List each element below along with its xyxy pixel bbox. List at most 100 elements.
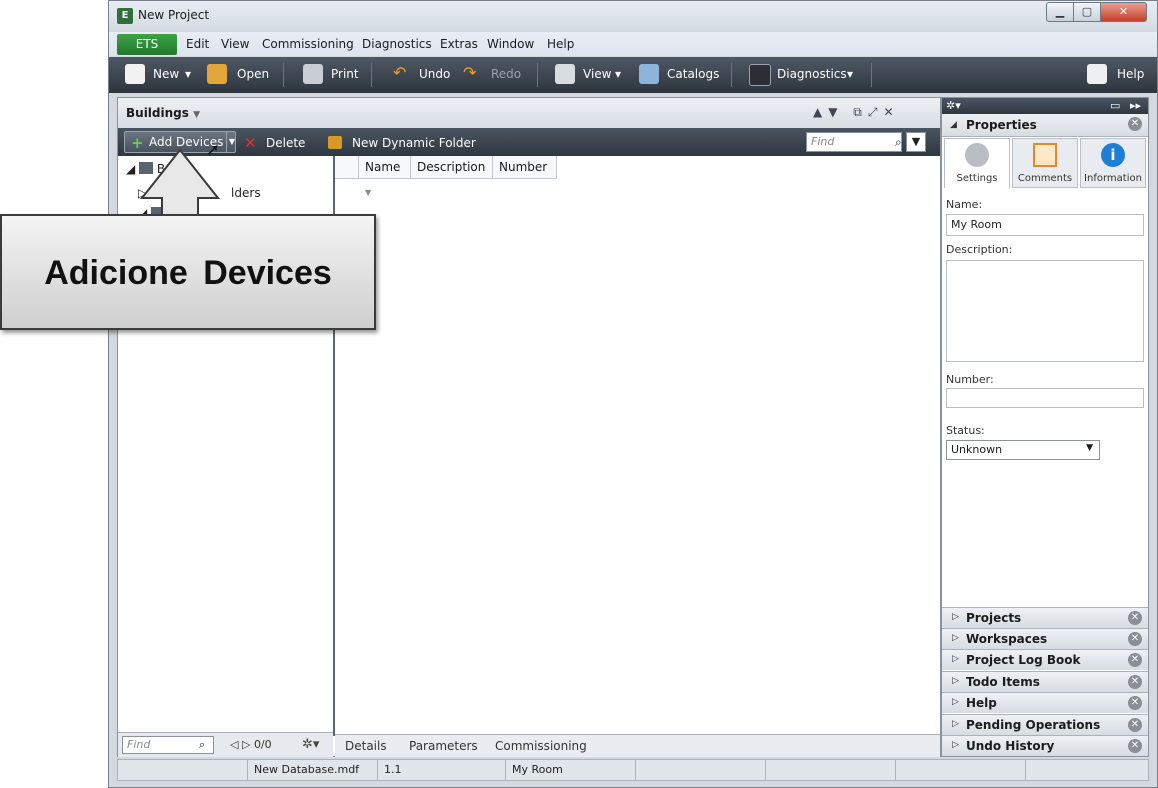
buildings-actions-bar: + Add Devices ▼ ✕ Delete New Dynamic Fol… (118, 128, 940, 156)
maximize-button[interactable]: ▢ (1073, 2, 1101, 22)
status-label: Status: (946, 424, 985, 437)
menu-extras[interactable]: Extras (440, 37, 478, 51)
section-undo-history[interactable]: ▷ Undo History ✕ (942, 735, 1148, 756)
tab-commissioning[interactable]: Commissioning (495, 739, 587, 753)
view-layout-icon (555, 64, 575, 84)
number-label: Number: (946, 373, 994, 386)
tab-comments[interactable]: Comments (1012, 138, 1078, 188)
close-icon[interactable]: ✕ (1128, 739, 1142, 753)
menu-ets[interactable]: ETS (117, 34, 177, 55)
close-icon[interactable]: ✕ (1128, 653, 1142, 667)
title-bar: E New Project ▁ ▢ ✕ (109, 1, 1157, 31)
panel-window-controls[interactable]: ▲▼ ⧉⤢✕ (813, 105, 900, 120)
grid-header-spacer (335, 156, 359, 178)
buildings-panel-header: Buildings ▼ ▲▼ ⧉⤢✕ (118, 98, 940, 129)
name-field[interactable]: My Room (946, 214, 1144, 236)
section-workspaces[interactable]: ▷ Workspaces ✕ (942, 628, 1148, 649)
side-panel-topbar: ✲▾ ▭ ▸▸ (942, 98, 1148, 114)
add-devices-dropdown-icon[interactable]: ▼ (226, 132, 237, 152)
minimize-button[interactable]: ▁ (1046, 2, 1074, 22)
tree-pager[interactable]: ◁ ▷ 0/0 (230, 738, 272, 751)
diagnostics-button[interactable]: Diagnostics (777, 67, 847, 81)
diagnostics-monitor-icon (749, 64, 771, 86)
properties-title: Properties (966, 118, 1037, 132)
open-button[interactable]: Open (237, 67, 269, 81)
buildings-panel-title[interactable]: Buildings ▼ (126, 106, 200, 120)
expand-arrow-icon: ▷ (952, 697, 959, 707)
search-icon: ⌕ (895, 135, 902, 149)
tab-settings[interactable]: Settings (944, 138, 1010, 188)
tab-parameters[interactable]: Parameters (409, 739, 478, 753)
menu-edit[interactable]: Edit (186, 37, 209, 51)
resize-grip[interactable] (1026, 760, 1148, 780)
section-help[interactable]: ▷ Help ✕ (942, 692, 1148, 713)
prev-arrow-icon[interactable]: ◁ (230, 738, 238, 751)
expand-arrow-icon: ▷ (952, 676, 959, 686)
tree-find-input[interactable]: Find ⌕ (122, 736, 214, 754)
status-address: 1.1 (378, 760, 506, 780)
expand-arrow-icon: ▷ (952, 719, 959, 729)
undo-button[interactable]: Undo (419, 67, 450, 81)
expand-right-icon[interactable]: ▸▸ (1130, 99, 1141, 112)
view-button[interactable]: View (583, 67, 611, 81)
description-field[interactable] (946, 260, 1144, 362)
callout-box: Adicione Devices (0, 214, 376, 330)
menu-window[interactable]: Window (487, 37, 534, 51)
close-icon[interactable]: ✕ (1128, 675, 1142, 689)
details-tabs: Details Parameters Commissioning (335, 734, 940, 757)
toolbar-separator (871, 63, 872, 87)
section-todo-items[interactable]: ▷ Todo Items ✕ (942, 671, 1148, 692)
window-title: New Project (138, 8, 210, 22)
close-window-button[interactable]: ✕ (1100, 2, 1147, 22)
close-icon[interactable]: ✕ (1128, 696, 1142, 710)
expand-arrow-icon: ▷ (952, 633, 959, 643)
delete-button[interactable]: Delete (266, 136, 305, 150)
status-location: My Room (506, 760, 636, 780)
filter-icon[interactable]: ▼ (906, 132, 926, 152)
catalogs-button[interactable]: Catalogs (667, 67, 719, 81)
section-pending-operations[interactable]: ▷ Pending Operations ✕ (942, 714, 1148, 735)
comment-bubble-icon (1033, 143, 1057, 167)
close-icon[interactable]: ✕ (1128, 117, 1142, 131)
tab-details[interactable]: Details (345, 739, 387, 753)
close-icon[interactable]: ✕ (1128, 718, 1142, 732)
undo-icon: ↶ (393, 63, 407, 82)
diagnostics-dropdown-icon[interactable]: ▾ (847, 67, 853, 81)
section-projects[interactable]: ▷ Projects ✕ (942, 607, 1148, 628)
column-description[interactable]: Description (411, 156, 493, 178)
menu-diagnostics[interactable]: Diagnostics (362, 37, 432, 51)
properties-header[interactable]: ◢ Properties ✕ (942, 114, 1148, 137)
main-toolbar: New ▾ Open Print ↶ Undo ↷ Redo View ▾ Ca… (109, 57, 1157, 93)
print-button[interactable]: Print (331, 67, 359, 81)
description-label: Description: (946, 243, 1013, 256)
column-number[interactable]: Number (493, 156, 557, 178)
close-icon[interactable]: ✕ (1128, 611, 1142, 625)
next-arrow-icon[interactable]: ▷ (242, 738, 250, 751)
tab-information[interactable]: i Information (1080, 138, 1146, 188)
chevron-down-icon: ▼ (1086, 443, 1093, 453)
buildings-find-input[interactable]: Find ⌕ (806, 132, 902, 152)
new-button[interactable]: New (153, 67, 179, 81)
catalogs-book-icon (639, 64, 659, 84)
redo-icon: ↷ (463, 63, 477, 82)
redo-button[interactable]: Redo (491, 67, 521, 81)
status-select[interactable]: Unknown ▼ (946, 440, 1100, 460)
tree-footer: Find ⌕ ◁ ▷ 0/0 ✲▾ (118, 732, 333, 757)
menu-commissioning[interactable]: Commissioning (262, 37, 354, 51)
column-name[interactable]: Name ▼ (359, 156, 411, 197)
section-project-log-book[interactable]: ▷ Project Log Book ✕ (942, 649, 1148, 670)
new-dynamic-folder-button[interactable]: New Dynamic Folder (352, 136, 476, 150)
expand-arrow-icon: ▷ (952, 740, 959, 750)
info-icon: i (1101, 143, 1125, 167)
number-field[interactable] (946, 388, 1144, 408)
gear-icon[interactable]: ✲▾ (302, 737, 319, 752)
view-dropdown-icon[interactable]: ▾ (615, 67, 621, 81)
gear-icon[interactable]: ✲▾ (946, 99, 961, 112)
status-cell-empty (896, 760, 1026, 780)
dock-icon[interactable]: ▭ (1110, 99, 1120, 112)
menu-view[interactable]: View (221, 37, 249, 51)
help-button[interactable]: Help (1117, 67, 1144, 81)
menu-help[interactable]: Help (547, 37, 574, 51)
close-icon[interactable]: ✕ (1128, 632, 1142, 646)
new-dropdown-icon[interactable]: ▾ (185, 67, 191, 81)
